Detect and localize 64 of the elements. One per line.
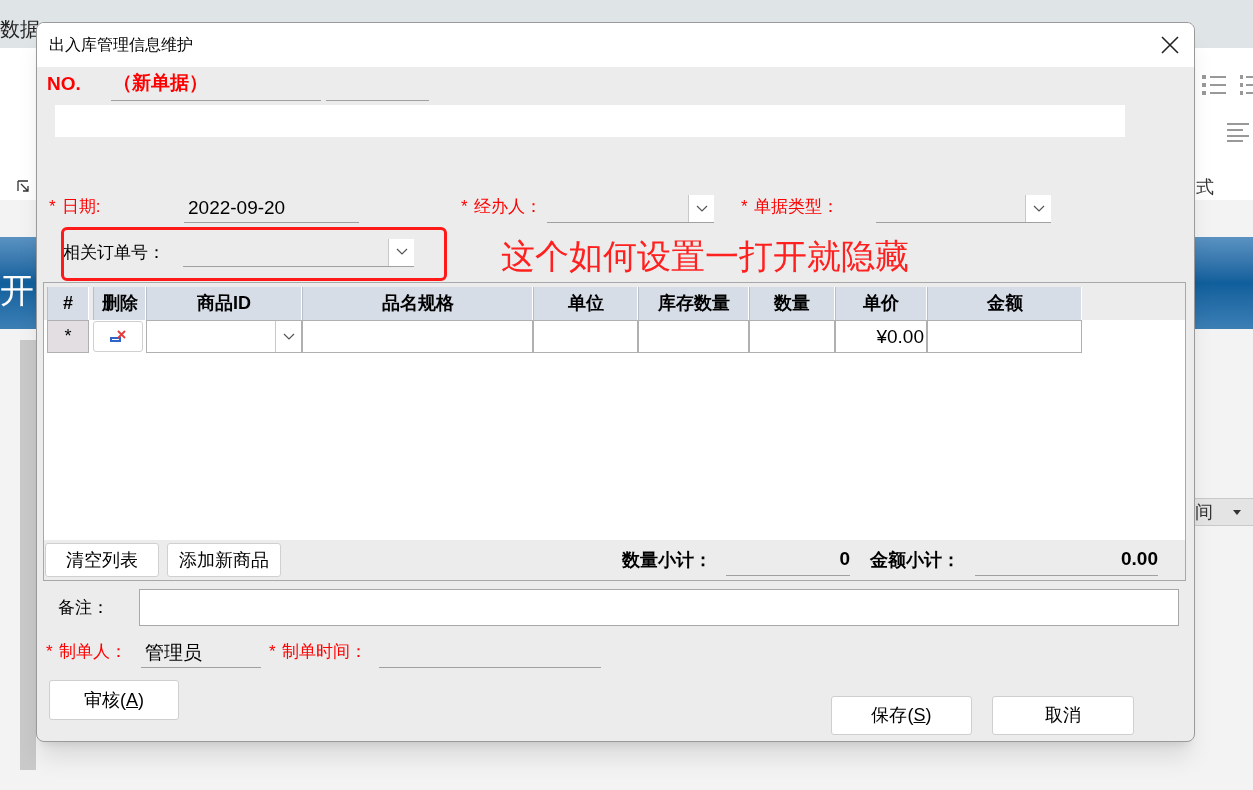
dropdown-field[interactable] xyxy=(876,195,1051,223)
column-header[interactable]: 单位 xyxy=(533,287,638,320)
number-label: NO. xyxy=(47,71,82,96)
field-label: 制单人： xyxy=(58,641,127,664)
dropdown-field[interactable] xyxy=(547,195,714,223)
window-title: 出入库管理信息维护 xyxy=(49,35,193,55)
chevron-down-icon xyxy=(395,248,408,256)
field-label: 经办人： xyxy=(473,196,542,219)
align-left-icon[interactable] xyxy=(1227,122,1249,142)
bullet-list-icon[interactable] xyxy=(1202,74,1226,96)
column-header[interactable]: 单价 xyxy=(835,287,927,320)
dropdown-field[interactable] xyxy=(146,320,302,353)
remarks-field[interactable] xyxy=(139,589,1179,626)
column-header[interactable]: 商品ID xyxy=(146,287,302,320)
numbered-list-icon[interactable] xyxy=(1240,74,1253,96)
table-cell[interactable] xyxy=(302,320,533,353)
column-header[interactable]: 品名规格 xyxy=(302,287,533,320)
required-mark: * xyxy=(46,641,53,664)
required-mark: * xyxy=(269,641,276,664)
column-header[interactable]: 数量 xyxy=(749,287,835,320)
dialog-button[interactable]: 审核(A) xyxy=(49,680,179,720)
annotation-text: 这个如何设置一打开就隐藏 xyxy=(501,236,909,277)
delete-button[interactable] xyxy=(93,321,143,352)
dialog-button[interactable]: 取消 xyxy=(992,696,1134,735)
grid-action-button[interactable]: 添加新商品 xyxy=(167,543,281,577)
total-field: 0.00 xyxy=(975,544,1158,576)
grid-action-button[interactable]: 清空列表 xyxy=(45,543,159,577)
column-header[interactable]: # xyxy=(47,287,89,320)
table-cell[interactable]: ¥0.00 xyxy=(835,320,927,353)
field-label: 制单时间： xyxy=(281,641,367,664)
dialog-button[interactable]: 保存(S) xyxy=(831,696,972,735)
close-icon[interactable] xyxy=(1161,36,1179,54)
chevron-down-icon xyxy=(1032,204,1045,213)
row-marker[interactable]: * xyxy=(47,320,89,353)
field-label: 备注： xyxy=(58,596,110,619)
banner-title: 开 xyxy=(0,270,34,311)
text-field[interactable]: 2022-09-20 xyxy=(184,195,359,223)
scroll-bar[interactable] xyxy=(20,340,36,770)
chevron-down-icon xyxy=(695,204,708,213)
column-header[interactable]: 金额 xyxy=(927,287,1082,320)
dropdown-arrow-icon xyxy=(1233,509,1241,515)
dropdown-field[interactable] xyxy=(183,238,414,267)
total-label: 数量小计： xyxy=(622,548,713,572)
field-label: 单据类型： xyxy=(753,196,839,219)
required-mark: * xyxy=(49,196,56,219)
field-label: 日期: xyxy=(61,196,101,219)
table-cell[interactable] xyxy=(638,320,749,353)
dialog-launcher-icon[interactable] xyxy=(17,180,30,193)
total-field: 0 xyxy=(726,544,850,576)
column-header[interactable]: 删除 xyxy=(93,287,146,320)
required-mark: * xyxy=(461,196,468,219)
column-header[interactable]: 库存数量 xyxy=(638,287,749,320)
ribbon-group-label: 式 xyxy=(1196,176,1214,199)
total-label: 金额小计： xyxy=(870,548,961,572)
table-cell[interactable] xyxy=(533,320,638,353)
table-cell[interactable] xyxy=(927,320,1082,353)
delete-row-icon xyxy=(109,329,127,344)
required-mark: * xyxy=(741,196,748,219)
field-label: 相关订单号： xyxy=(63,241,165,264)
column-header[interactable]: 间 xyxy=(1195,498,1253,526)
text-field[interactable]: 管理员 xyxy=(141,640,261,668)
chevron-down-icon xyxy=(282,332,295,341)
number-field: （新单据） xyxy=(111,69,321,101)
table-cell[interactable] xyxy=(749,320,835,353)
